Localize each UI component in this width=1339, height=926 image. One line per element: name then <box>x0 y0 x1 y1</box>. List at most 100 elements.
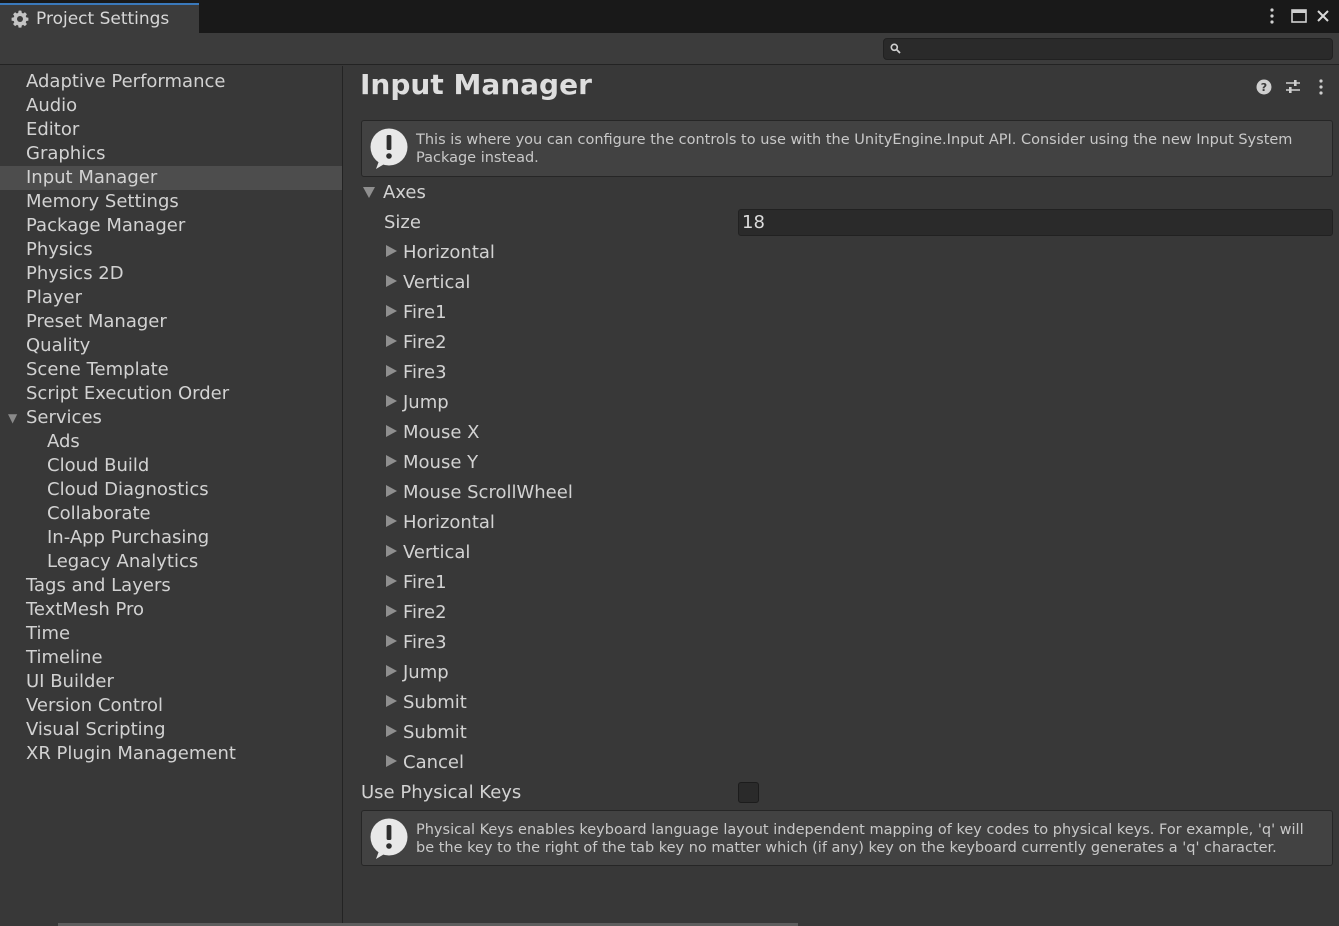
sidebar-item-xr-plugin-management[interactable]: XR Plugin Management <box>0 742 342 766</box>
caret-down-icon <box>363 186 375 198</box>
sidebar-item-preset-manager[interactable]: Preset Manager <box>0 310 342 334</box>
axis-label: Fire1 <box>403 572 447 593</box>
sidebar-item-physics-2d[interactable]: Physics 2D <box>0 262 342 286</box>
axis-foldout[interactable]: Jump <box>386 389 449 417</box>
caret-right-icon <box>386 605 397 617</box>
axis-label: Jump <box>403 392 449 413</box>
caret-right-icon <box>386 635 397 647</box>
presets-button[interactable] <box>1284 78 1302 96</box>
axis-label: Fire2 <box>403 602 447 623</box>
more-button[interactable] <box>1312 78 1330 96</box>
window-menu-button[interactable] <box>1262 6 1282 26</box>
axis-foldout[interactable]: Horizontal <box>386 509 495 537</box>
search-field[interactable] <box>883 38 1333 60</box>
caret-right-icon <box>386 725 397 737</box>
sidebar-item-label: Visual Scripting <box>26 719 166 740</box>
axis-label: Mouse ScrollWheel <box>403 482 573 503</box>
sidebar-item-visual-scripting[interactable]: Visual Scripting <box>0 718 342 742</box>
sidebar-item-ads[interactable]: Ads <box>0 430 342 454</box>
physical-keys-checkbox[interactable] <box>738 782 759 803</box>
info-helpbox: This is where you can configure the cont… <box>361 120 1333 177</box>
axis-foldout[interactable]: Submit <box>386 719 467 747</box>
sidebar-item-input-manager[interactable]: Input Manager <box>0 166 342 190</box>
window-titlebar: Project Settings <box>0 0 1339 33</box>
tab-label: Project Settings <box>36 9 170 29</box>
axis-label: Mouse X <box>403 422 480 443</box>
axis-foldout[interactable]: Vertical <box>386 539 470 567</box>
axis-foldout[interactable]: Mouse X <box>386 419 479 447</box>
sidebar-item-time[interactable]: Time <box>0 622 342 646</box>
axis-foldout[interactable]: Fire2 <box>386 329 447 357</box>
axis-foldout[interactable]: Fire3 <box>386 359 447 387</box>
axis-foldout[interactable]: Horizontal <box>386 239 495 267</box>
sidebar-item-label: Tags and Layers <box>26 575 171 596</box>
sidebar-item-label: Script Execution Order <box>26 383 230 404</box>
svg-text:?: ? <box>1261 81 1267 94</box>
sidebar-item-in-app-purchasing[interactable]: In-App Purchasing <box>0 526 342 550</box>
caret-right-icon <box>386 425 397 437</box>
caret-down-icon[interactable]: ▼ <box>8 406 17 430</box>
sidebar-item-adaptive-performance[interactable]: Adaptive Performance <box>0 70 342 94</box>
sidebar-item-physics[interactable]: Physics <box>0 238 342 262</box>
caret-right-icon <box>386 485 397 497</box>
sidebar-item-graphics[interactable]: Graphics <box>0 142 342 166</box>
sidebar-item-label: Cloud Diagnostics <box>47 479 209 500</box>
sidebar-item-editor[interactable]: Editor <box>0 118 342 142</box>
axes-foldout[interactable]: Axes <box>363 179 426 207</box>
sidebar-item-scene-template[interactable]: Scene Template <box>0 358 342 382</box>
sidebar-item-timeline[interactable]: Timeline <box>0 646 342 670</box>
sidebar-item-label: Version Control <box>26 695 163 716</box>
sidebar-item-label: XR Plugin Management <box>26 743 236 764</box>
sidebar-item-collaborate[interactable]: Collaborate <box>0 502 342 526</box>
axis-foldout[interactable]: Cancel <box>386 749 464 777</box>
close-button[interactable] <box>1313 6 1333 26</box>
axis-label: Fire3 <box>403 632 447 653</box>
maximize-icon <box>1291 9 1307 23</box>
sidebar-item-label: Timeline <box>26 647 103 668</box>
axis-foldout[interactable]: Fire2 <box>386 599 447 627</box>
sidebar-item-textmesh-pro[interactable]: TextMesh Pro <box>0 598 342 622</box>
axis-foldout[interactable]: Fire1 <box>386 299 447 327</box>
sidebar-item-script-execution-order[interactable]: Script Execution Order <box>0 382 342 406</box>
maximize-button[interactable] <box>1289 6 1309 26</box>
axis-foldout[interactable]: Vertical <box>386 269 470 297</box>
sidebar-item-tags-and-layers[interactable]: Tags and Layers <box>0 574 342 598</box>
size-input[interactable]: 18 <box>738 209 1333 236</box>
axis-foldout[interactable]: Fire3 <box>386 629 447 657</box>
warning-icon <box>370 818 408 859</box>
sidebar-item-label: Player <box>26 287 83 308</box>
sidebar-item-version-control[interactable]: Version Control <box>0 694 342 718</box>
gear-icon <box>11 10 29 28</box>
kebab-icon <box>1319 79 1323 95</box>
axis-foldout[interactable]: Submit <box>386 689 467 717</box>
axis-foldout[interactable]: Mouse ScrollWheel <box>386 479 573 507</box>
sidebar-item-cloud-build[interactable]: Cloud Build <box>0 454 342 478</box>
sidebar-item-label: Ads <box>47 431 80 452</box>
sidebar-item-memory-settings[interactable]: Memory Settings <box>0 190 342 214</box>
search-input[interactable] <box>906 40 1326 58</box>
sliders-icon <box>1286 80 1300 93</box>
tab-project-settings[interactable]: Project Settings <box>0 3 199 33</box>
sidebar-item-label: Collaborate <box>47 503 151 524</box>
sidebar-item-services[interactable]: ▼ Services <box>0 406 342 430</box>
sidebar-item-audio[interactable]: Audio <box>0 94 342 118</box>
axis-foldout[interactable]: Jump <box>386 659 449 687</box>
axis-foldout[interactable]: Mouse Y <box>386 449 478 477</box>
axis-label: Horizontal <box>403 512 495 533</box>
info-message: This is where you can configure the cont… <box>416 132 1293 166</box>
help-button[interactable]: ? <box>1255 78 1273 96</box>
sidebar-item-cloud-diagnostics[interactable]: Cloud Diagnostics <box>0 478 342 502</box>
sidebar-item-player[interactable]: Player <box>0 286 342 310</box>
caret-right-icon <box>386 455 397 467</box>
size-label: Size <box>384 212 421 233</box>
sidebar-item-label: Scene Template <box>26 359 169 380</box>
axis-label: Vertical <box>403 542 471 563</box>
sidebar-item-legacy-analytics[interactable]: Legacy Analytics <box>0 550 342 574</box>
sidebar-item-quality[interactable]: Quality <box>0 334 342 358</box>
axis-foldout[interactable]: Fire1 <box>386 569 447 597</box>
caret-right-icon <box>386 275 397 287</box>
sidebar-item-package-manager[interactable]: Package Manager <box>0 214 342 238</box>
sidebar-item-ui-builder[interactable]: UI Builder <box>0 670 342 694</box>
sidebar-item-label: Package Manager <box>26 215 186 236</box>
axis-label: Submit <box>403 722 467 743</box>
